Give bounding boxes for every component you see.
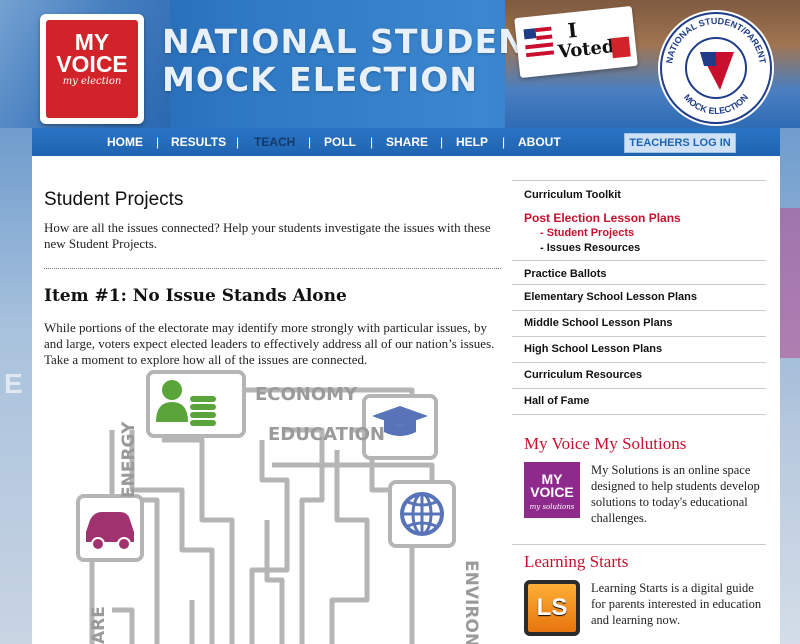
promo-logo-text-solutions: my solutions: [529, 503, 575, 511]
promo-learning-starts-text: Learning Starts is a digital guide for p…: [591, 581, 762, 627]
nav-teach[interactable]: TEACH: [254, 135, 295, 149]
nav-share[interactable]: SHARE: [386, 135, 428, 149]
intro-paragraph: How are all the issues connected? Help y…: [44, 220, 491, 251]
sidebar-divider: [512, 362, 766, 363]
sidebar-middle-lesson-plans[interactable]: Middle School Lesson Plans: [524, 317, 673, 329]
my-voice-logo[interactable]: MY VOICE my election: [40, 14, 144, 124]
sidebar-curriculum-resources[interactable]: Curriculum Resources: [524, 369, 642, 381]
item-paragraph: While portions of the electorate may ide…: [44, 320, 495, 367]
promo-my-solutions-text: My Solutions is an online space designed…: [591, 463, 760, 525]
sidebar-divider: [512, 388, 766, 389]
nav-separator: |: [370, 135, 374, 149]
learning-starts-logo-text: LS: [536, 594, 568, 621]
page-title: Student Projects: [44, 189, 184, 210]
sidebar-divider: [512, 414, 766, 415]
main-navigation: HOME | RESULTS | TEACH | POLL | SHARE | …: [32, 128, 780, 156]
environment-label: ENVIRON: [461, 560, 481, 644]
nav-home[interactable]: HOME: [107, 135, 143, 149]
i-voted-sticker: I Voted: [514, 5, 638, 79]
nav-results[interactable]: RESULTS: [171, 135, 226, 149]
sidebar-divider: [512, 336, 766, 337]
my-voice-solutions-logo[interactable]: MY VOICE my solutions: [524, 462, 580, 518]
energy-label: ENERGY: [119, 421, 139, 498]
flag-icon: [523, 26, 555, 58]
background-decoration: [780, 208, 800, 358]
logo-text-voice: VOICE: [56, 51, 128, 77]
health-care-label: ARE: [89, 606, 109, 644]
background-left: E: [0, 128, 32, 644]
nav-separator: |: [502, 135, 506, 149]
sidebar-high-lesson-plans[interactable]: High School Lesson Plans: [524, 343, 662, 355]
site-title-line1: NATIONAL STUDENT: [162, 22, 551, 61]
site-title-line2: MOCK ELECTION: [162, 60, 478, 99]
nav-about[interactable]: ABOUT: [518, 135, 561, 149]
sticker-mini-logo: [610, 36, 631, 59]
promo-my-solutions-title[interactable]: My Voice My Solutions: [524, 434, 686, 454]
nav-separator: |: [156, 135, 160, 149]
sidebar-divider: [512, 180, 766, 181]
learning-starts-logo[interactable]: LS: [524, 580, 580, 636]
sticker-text-voted: Voted: [556, 36, 616, 63]
promo-learning-starts-title[interactable]: Learning Starts: [524, 552, 628, 572]
sidebar-post-election-lesson-plans[interactable]: Post Election Lesson Plans: [524, 211, 681, 225]
issues-connection-graphic[interactable]: ECONOMY EDUCATION ENERGY ENVIRON ARE: [72, 370, 492, 644]
sidebar-divider: [512, 284, 766, 285]
education-label: EDUCATION: [268, 424, 385, 445]
mock-election-seal: NATIONAL STUDENT/PARENT MOCK ELECTION: [658, 10, 774, 126]
nav-separator: |: [308, 135, 312, 149]
logo-text-my: MY: [74, 29, 110, 55]
sidebar-student-projects[interactable]: - Student Projects: [540, 227, 634, 239]
teachers-login-button[interactable]: TEACHERS LOG IN: [624, 133, 736, 153]
background-right: [780, 128, 800, 644]
site-header: MY VOICE my election NATIONAL STUDENT MO…: [0, 0, 800, 128]
background-decoration: E: [4, 368, 23, 399]
sidebar-hall-of-fame[interactable]: Hall of Fame: [524, 395, 589, 407]
nav-separator: |: [440, 135, 444, 149]
promo-logo-text-voice: VOICE: [530, 484, 574, 500]
sidebar-divider: [512, 260, 766, 261]
sidebar-practice-ballots[interactable]: Practice Ballots: [524, 268, 607, 280]
sidebar-curriculum-toolkit[interactable]: Curriculum Toolkit: [524, 189, 621, 201]
section-divider: [44, 268, 501, 269]
sidebar-divider: [512, 310, 766, 311]
logo-text-election: my election: [62, 76, 122, 87]
sidebar-issues-resources[interactable]: - Issues Resources: [540, 242, 640, 254]
nav-help[interactable]: HELP: [456, 135, 488, 149]
content-panel: Student Projects How are all the issues …: [32, 156, 780, 644]
item-heading: Item #1: No Issue Stands Alone: [44, 286, 347, 306]
sidebar-elementary-lesson-plans[interactable]: Elementary School Lesson Plans: [524, 291, 697, 303]
nav-separator: |: [236, 135, 240, 149]
sidebar-divider: [512, 544, 766, 545]
nav-poll[interactable]: POLL: [324, 135, 356, 149]
economy-label: ECONOMY: [255, 384, 358, 405]
